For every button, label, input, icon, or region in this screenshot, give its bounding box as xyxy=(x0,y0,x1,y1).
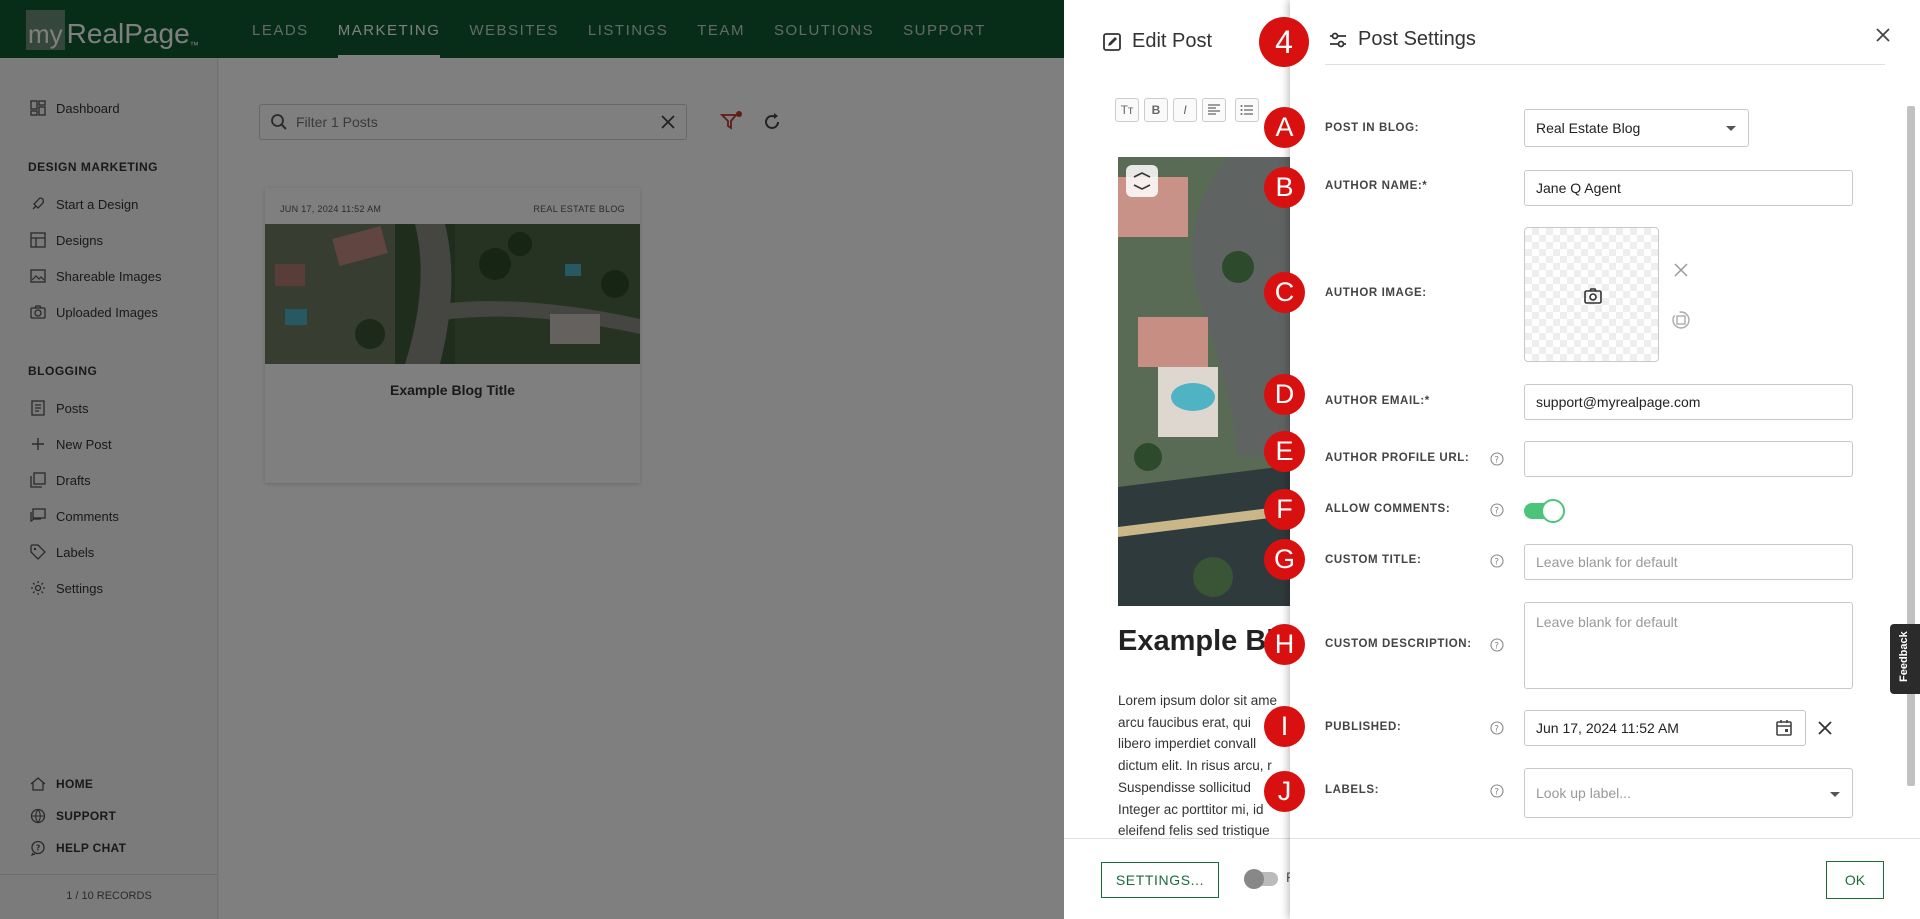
allow-comments-toggle[interactable] xyxy=(1524,499,1565,523)
published-date-value: Jun 17, 2024 11:52 AM xyxy=(1536,720,1679,736)
help-icon[interactable]: ? xyxy=(1490,503,1504,517)
labels-lookup-field[interactable]: Look up label... xyxy=(1524,768,1853,818)
post-settings-footer: OK xyxy=(1290,838,1920,919)
italic-button[interactable]: I xyxy=(1173,98,1197,122)
author-profile-url-field[interactable] xyxy=(1524,441,1853,477)
svg-text:?: ? xyxy=(1494,507,1499,517)
post-in-blog-select[interactable]: Real Estate Blog xyxy=(1524,109,1749,147)
header-divider xyxy=(1325,64,1885,65)
post-settings-panel: Post Settings POST IN BLOG: Real Estate … xyxy=(1290,0,1920,919)
custom-title-field[interactable]: Leave blank for default xyxy=(1524,544,1853,580)
author-image-label: AUTHOR IMAGE: xyxy=(1325,287,1427,299)
align-left-icon xyxy=(1208,104,1220,115)
feedback-label: Feedback xyxy=(1898,631,1910,682)
svg-text:?: ? xyxy=(1494,456,1499,466)
crop-rotate-icon[interactable] xyxy=(1670,309,1692,331)
post-title-text[interactable]: Example Bl xyxy=(1118,625,1274,658)
bold-button[interactable]: B xyxy=(1144,98,1168,122)
toggle-knob xyxy=(1541,499,1565,523)
chevron-down-icon xyxy=(1830,792,1840,797)
help-icon[interactable]: ? xyxy=(1490,721,1504,735)
list-icon xyxy=(1240,105,1253,115)
edit-icon xyxy=(1103,32,1121,51)
list-button[interactable] xyxy=(1235,98,1259,122)
allow-comments-label: ALLOW COMMENTS: xyxy=(1325,503,1451,515)
post-in-blog-value: Real Estate Blog xyxy=(1536,120,1641,136)
sliders-icon xyxy=(1330,32,1346,47)
align-left-button[interactable] xyxy=(1202,98,1226,122)
feedback-tab[interactable]: Feedback xyxy=(1890,624,1920,694)
svg-text:?: ? xyxy=(1494,788,1499,798)
author-name-label: AUTHOR NAME:* xyxy=(1325,180,1428,192)
svg-text:?: ? xyxy=(1494,642,1499,652)
settings-button[interactable]: SETTINGS... xyxy=(1101,862,1219,898)
remove-image-icon[interactable] xyxy=(1673,262,1689,278)
chevron-down-icon xyxy=(1726,126,1736,131)
custom-description-field[interactable]: Leave blank for default xyxy=(1524,602,1853,689)
author-profile-url-label: AUTHOR PROFILE URL: xyxy=(1325,452,1470,464)
edit-post-header: Edit Post xyxy=(1102,30,1212,53)
published-label: PUBLISHED: xyxy=(1325,721,1402,733)
help-icon[interactable]: ? xyxy=(1490,638,1504,652)
edit-post-title: Edit Post xyxy=(1132,30,1213,52)
author-email-label: AUTHOR EMAIL:* xyxy=(1325,395,1430,407)
annotation-badge-f: F xyxy=(1264,489,1305,530)
clear-date-icon[interactable] xyxy=(1817,720,1833,736)
annotation-badge-4: 4 xyxy=(1259,17,1309,67)
annotation-badge-h: H xyxy=(1264,624,1305,665)
custom-description-label: CUSTOM DESCRIPTION: xyxy=(1325,638,1472,650)
annotation-badge-c: C xyxy=(1264,272,1305,313)
annotation-badge-d: D xyxy=(1264,374,1305,415)
help-icon[interactable]: ? xyxy=(1490,452,1504,466)
scrollbar[interactable] xyxy=(1904,92,1916,832)
close-icon[interactable] xyxy=(1872,24,1894,46)
svg-text:?: ? xyxy=(1494,558,1499,568)
author-name-field[interactable]: Jane Q Agent xyxy=(1524,170,1853,206)
text-format-button[interactable]: Tт xyxy=(1115,98,1139,122)
published-date-field[interactable]: Jun 17, 2024 11:52 AM xyxy=(1524,710,1806,746)
labels-label: LABELS: xyxy=(1325,784,1380,796)
annotation-badge-e: E xyxy=(1264,431,1305,472)
calendar-icon[interactable] xyxy=(1775,719,1793,737)
annotation-badge-j: J xyxy=(1264,771,1305,812)
annotation-badge-i: I xyxy=(1264,706,1305,747)
camera-icon xyxy=(1584,288,1602,304)
author-image-dropzone[interactable] xyxy=(1524,227,1659,362)
post-settings-title: Post Settings xyxy=(1358,28,1476,50)
footer-toggle[interactable] xyxy=(1244,869,1278,889)
custom-title-label: CUSTOM TITLE: xyxy=(1325,554,1422,566)
help-icon[interactable]: ? xyxy=(1490,784,1504,798)
post-in-blog-label: POST IN BLOG: xyxy=(1325,122,1420,134)
post-settings-header: Post Settings xyxy=(1328,28,1476,51)
svg-text:?: ? xyxy=(1494,725,1499,735)
labels-placeholder: Look up label... xyxy=(1536,785,1631,801)
annotation-badge-a: A xyxy=(1264,107,1305,148)
annotation-badge-g: G xyxy=(1264,539,1305,580)
help-icon[interactable]: ? xyxy=(1490,554,1504,568)
editor-toolbar: Tт B I xyxy=(1115,98,1264,122)
ok-button[interactable]: OK xyxy=(1826,861,1884,899)
author-email-field[interactable]: support@myrealpage.com xyxy=(1524,384,1853,420)
annotation-badge-b: B xyxy=(1264,167,1305,208)
